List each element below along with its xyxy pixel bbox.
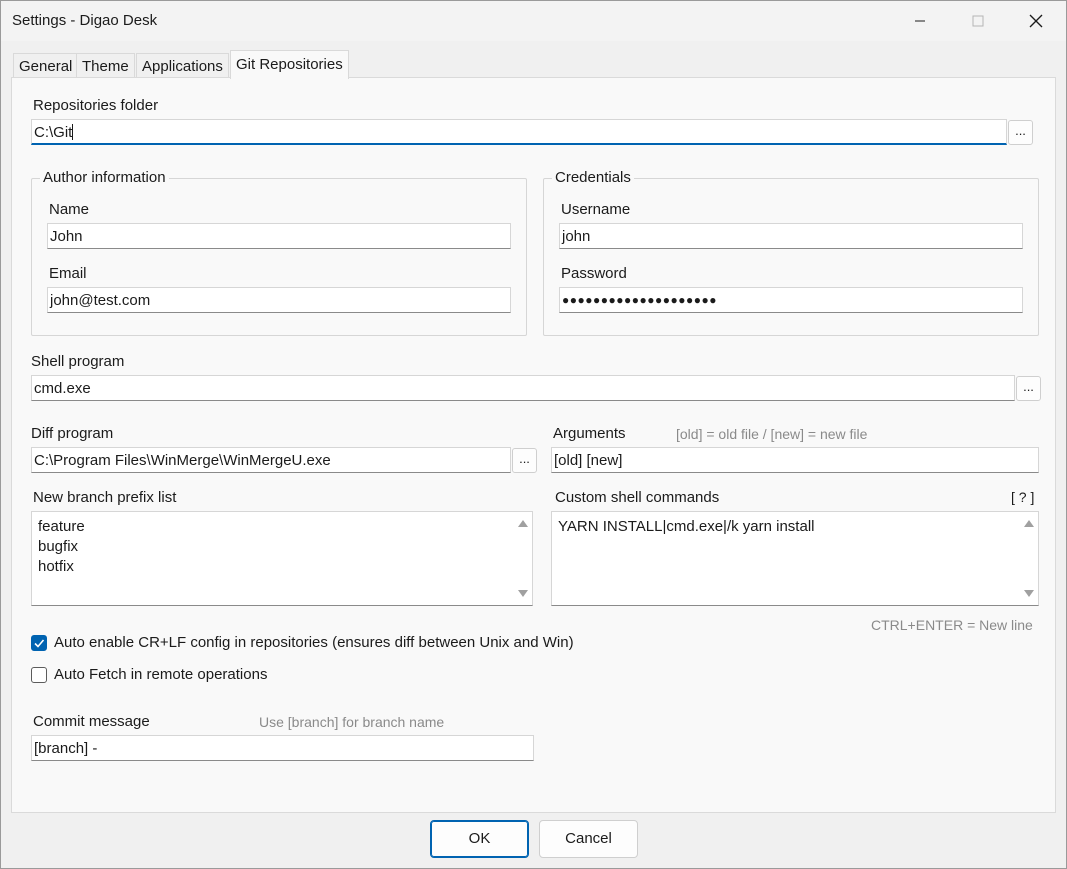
arguments-input[interactable]: [old] [new]	[551, 447, 1039, 473]
repositories-folder-browse-button[interactable]: ...	[1008, 120, 1033, 145]
branch-prefix-item: bugfix	[38, 538, 79, 555]
repositories-folder-label: Repositories folder	[33, 97, 159, 114]
username-input[interactable]: john	[559, 223, 1023, 249]
minimize-icon	[915, 20, 925, 22]
shell-program-label: Shell program	[31, 353, 125, 370]
commit-message-input[interactable]: [branch] -	[31, 735, 534, 761]
tab-general[interactable]: General	[13, 53, 79, 78]
branch-prefix-scrollbar[interactable]	[514, 512, 532, 605]
arguments-hint: [old] = old file / [new] = new file	[676, 426, 868, 442]
settings-window: Settings - Digao Desk General Theme Appl…	[0, 0, 1067, 869]
branch-prefix-item: feature	[38, 518, 85, 535]
shell-program-browse-button[interactable]: ...	[1016, 376, 1041, 401]
maximize-icon	[972, 15, 984, 27]
close-icon	[1029, 14, 1043, 28]
password-input[interactable]: ●●●●●●●●●●●●●●●●●●●●	[559, 287, 1023, 313]
custom-shell-scrollbar[interactable]	[1020, 512, 1038, 605]
diff-program-browse-button[interactable]: ...	[512, 448, 537, 473]
repositories-folder-value: C:\Git	[34, 124, 73, 141]
tab-git-repositories[interactable]: Git Repositories	[230, 50, 349, 79]
scroll-up-icon[interactable]	[1024, 520, 1034, 527]
tab-theme[interactable]: Theme	[76, 53, 135, 78]
window-title: Settings - Digao Desk	[12, 12, 158, 29]
branch-prefix-memo[interactable]: feature bugfix hotfix	[31, 511, 533, 606]
credentials-title: Credentials	[552, 169, 634, 186]
crlf-label[interactable]: Auto enable CR+LF config in repositories…	[54, 634, 574, 651]
custom-shell-label: Custom shell commands	[555, 489, 720, 506]
email-label: Email	[49, 265, 87, 282]
crlf-checkbox[interactable]	[31, 635, 47, 651]
commit-message-hint: Use [branch] for branch name	[259, 714, 445, 730]
maximize-button[interactable]	[949, 1, 1007, 41]
branch-prefix-label: New branch prefix list	[33, 489, 177, 506]
ok-button[interactable]: OK	[430, 820, 529, 858]
shell-program-input[interactable]: cmd.exe	[31, 375, 1015, 401]
name-input[interactable]: John	[47, 223, 511, 249]
custom-shell-lines: YARN INSTALL|cmd.exe|/k yarn install	[558, 517, 815, 537]
minimize-button[interactable]	[891, 1, 949, 41]
auto-fetch-checkbox[interactable]	[31, 667, 47, 683]
name-label: Name	[49, 201, 90, 218]
close-button[interactable]	[1007, 1, 1065, 41]
scroll-up-icon[interactable]	[518, 520, 528, 527]
branch-prefix-lines: feature bugfix hotfix	[38, 517, 85, 577]
commit-message-label: Commit message	[33, 713, 150, 730]
scroll-down-icon[interactable]	[518, 590, 528, 597]
password-label: Password	[561, 265, 627, 282]
arguments-label: Arguments	[553, 425, 626, 442]
username-label: Username	[561, 201, 631, 218]
email-input[interactable]: john@test.com	[47, 287, 511, 313]
repositories-folder-input[interactable]: C:\Git	[31, 119, 1007, 145]
custom-shell-item: YARN INSTALL|cmd.exe|/k yarn install	[558, 518, 815, 535]
diff-program-label: Diff program	[31, 425, 114, 442]
tab-applications[interactable]: Applications	[136, 53, 229, 78]
cancel-button[interactable]: Cancel	[539, 820, 638, 858]
custom-shell-memo[interactable]: YARN INSTALL|cmd.exe|/k yarn install	[551, 511, 1039, 606]
author-information-title: Author information	[40, 169, 169, 186]
scroll-down-icon[interactable]	[1024, 590, 1034, 597]
text-cursor	[72, 124, 74, 140]
title-bar: Settings - Digao Desk	[1, 1, 1066, 41]
diff-program-input[interactable]: C:\Program Files\WinMerge\WinMergeU.exe	[31, 447, 511, 473]
auto-fetch-label[interactable]: Auto Fetch in remote operations	[54, 666, 267, 683]
custom-shell-hint: CTRL+ENTER = New line	[871, 617, 1033, 633]
checkmark-icon	[34, 639, 45, 648]
branch-prefix-item: hotfix	[38, 558, 74, 575]
custom-shell-help-link[interactable]: [ ? ]	[1011, 489, 1034, 505]
